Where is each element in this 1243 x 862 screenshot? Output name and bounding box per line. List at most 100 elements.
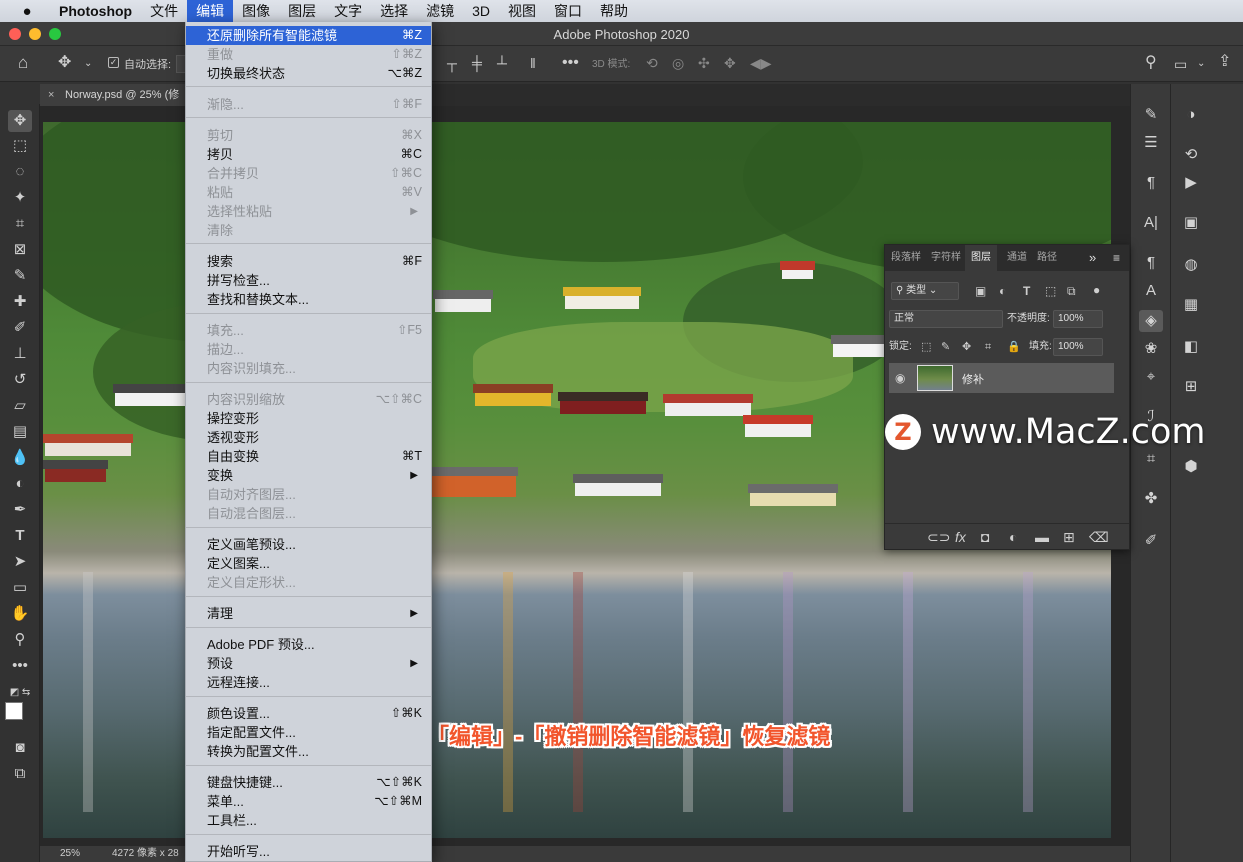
fx-icon[interactable]: fx	[955, 530, 966, 544]
auto-select-checkbox[interactable]: ✓	[108, 57, 119, 68]
more-options-icon[interactable]: •••	[562, 55, 579, 71]
edit-menu-item[interactable]: 拼写检查...	[186, 271, 431, 290]
blur-tool-icon[interactable]: 💧	[8, 447, 32, 469]
paragraph-icon[interactable]: ¶	[1139, 172, 1163, 194]
menu-select[interactable]: 选择	[371, 0, 417, 22]
filter-pixel-icon[interactable]: ▣	[975, 284, 986, 298]
home-icon[interactable]: ⌂	[18, 54, 28, 71]
edit-menu-item[interactable]: 清理 ▶	[186, 604, 431, 623]
edit-menu-item[interactable]: 变换 ▶	[186, 466, 431, 485]
channels-icon[interactable]: ❀	[1139, 338, 1163, 360]
edit-menu-item[interactable]: 预设 ▶	[186, 654, 431, 673]
mask-icon[interactable]: ◘	[981, 530, 989, 544]
new-layer-icon[interactable]: ⊞	[1063, 530, 1075, 544]
screen-mode-icon[interactable]: ⧉	[8, 763, 32, 785]
tab-paragraph-styles[interactable]: 段落样	[891, 245, 921, 271]
lock-transparent-icon[interactable]: ⬚	[921, 340, 931, 354]
menu-3d[interactable]: 3D	[463, 0, 499, 22]
marquee-tool-icon[interactable]: ⬚	[8, 135, 32, 157]
edit-menu-item[interactable]: 切换最终状态 ⌥⌘Z	[186, 64, 431, 83]
align-bottom-icon[interactable]: ┴	[497, 56, 507, 70]
brush-tool-icon[interactable]: ✐	[8, 317, 32, 339]
lasso-tool-icon[interactable]: ◌	[8, 161, 32, 183]
pen-tool-icon[interactable]: ✒	[8, 499, 32, 521]
brush-settings-icon[interactable]: ✎	[1139, 104, 1163, 126]
3d-scale-icon[interactable]: ◀▶	[750, 56, 772, 70]
filter-adjustment-icon[interactable]: ◐	[999, 284, 1006, 298]
document-tab[interactable]: × Norway.psd @ 25% (修	[40, 84, 188, 106]
close-tab-icon[interactable]: ×	[48, 84, 54, 106]
path-selection-tool-icon[interactable]: ➤	[8, 551, 32, 573]
plugins-icon[interactable]: ✤	[1139, 488, 1163, 510]
dodge-tool-icon[interactable]: ◐	[8, 473, 32, 495]
brush-icon[interactable]: ✐	[1139, 530, 1163, 552]
edit-menu-item[interactable]: 自由变换 ⌘T	[186, 447, 431, 466]
menu-type[interactable]: 文字	[325, 0, 371, 22]
edit-menu-item[interactable]: 菜单... ⌥⇧⌘M	[186, 792, 431, 811]
3d-icon[interactable]: ⬢	[1179, 456, 1203, 478]
edit-menu-item[interactable]: 转换为配置文件...	[186, 742, 431, 761]
3d-roll-icon[interactable]: ◎	[672, 56, 684, 70]
character-icon[interactable]: A|	[1139, 212, 1163, 234]
healing-brush-tool-icon[interactable]: ✚	[8, 291, 32, 313]
gradient-tool-icon[interactable]: ▤	[8, 421, 32, 443]
eye-visibility-icon[interactable]: ◉	[895, 371, 905, 385]
menu-image[interactable]: 图像	[233, 0, 279, 22]
folder-icon[interactable]: ▬	[1035, 530, 1049, 544]
tab-paths[interactable]: 路径	[1037, 245, 1057, 271]
patterns-icon[interactable]: ▦	[1179, 294, 1203, 316]
tab-character-styles[interactable]: 字符样	[931, 245, 961, 271]
lock-image-icon[interactable]: ✎	[941, 340, 950, 354]
history-icon[interactable]: ⟲	[1179, 144, 1203, 166]
stamp-tool-icon[interactable]: ⊥	[8, 343, 32, 365]
filter-smart-object-icon[interactable]: ⧉	[1067, 284, 1076, 298]
character-styles-icon[interactable]: A	[1139, 280, 1163, 302]
zoom-level[interactable]: 25%	[60, 846, 80, 862]
collapse-panel-icon[interactable]: »	[1089, 245, 1096, 271]
libraries-icon[interactable]: ▣	[1179, 212, 1203, 234]
edit-menu-item[interactable]: 开始听写...	[186, 842, 431, 861]
edit-menu-item[interactable]: 指定配置文件...	[186, 723, 431, 742]
menu-edit[interactable]: 编辑	[187, 0, 234, 22]
edit-menu-item[interactable]: 搜索 ⌘F	[186, 252, 431, 271]
edit-menu-item[interactable]: 查找和替换文本...	[186, 290, 431, 309]
align-top-icon[interactable]: ┬	[447, 56, 457, 70]
3d-slide-icon[interactable]: ✥	[724, 56, 736, 70]
menu-file[interactable]: 文件	[141, 0, 187, 22]
foreground-color-swatch[interactable]	[5, 702, 23, 720]
workspace-icon[interactable]: ▭	[1174, 57, 1187, 71]
rectangle-tool-icon[interactable]: ▭	[8, 577, 32, 599]
apple-logo-icon[interactable]: ●	[18, 3, 36, 20]
distribute-icon[interactable]: ‖	[530, 56, 536, 70]
actions-play-icon[interactable]: ▶	[1179, 172, 1203, 194]
adjustment-icon[interactable]: ◐	[1009, 530, 1017, 544]
crop-tool-icon[interactable]: ⌗	[8, 213, 32, 235]
menu-window[interactable]: 窗口	[545, 0, 591, 22]
paragraph-styles-icon[interactable]: ¶	[1139, 252, 1163, 274]
eraser-tool-icon[interactable]: ▱	[8, 395, 32, 417]
panel-menu-icon[interactable]: ≡	[1113, 245, 1120, 271]
color-icon[interactable]: ◑	[1179, 104, 1203, 126]
move-tool-icon[interactable]: ✥	[58, 55, 71, 71]
blend-mode-dropdown[interactable]: 正常	[889, 310, 1003, 328]
search-icon[interactable]: ⚲	[1145, 55, 1157, 71]
more-tools-icon[interactable]: •••	[8, 655, 32, 677]
edit-menu-item[interactable]: 还原删除所有智能滤镜 ⌘Z	[186, 26, 431, 45]
chevron-down-icon[interactable]: ⌄	[1197, 57, 1205, 71]
edit-menu-item[interactable]: 键盘快捷键... ⌥⇧⌘K	[186, 773, 431, 792]
lock-all-icon[interactable]: 🔒	[1007, 340, 1021, 354]
3d-pan-icon[interactable]: ✣	[698, 56, 710, 70]
layers-icon[interactable]: ◈	[1139, 310, 1163, 332]
document-info[interactable]: 4272 像素 x 28	[112, 846, 179, 862]
menu-layer[interactable]: 图层	[279, 0, 325, 22]
eyedropper-tool-icon[interactable]: ✎	[8, 265, 32, 287]
type-tool-icon[interactable]: T	[8, 525, 32, 547]
opacity-input[interactable]: 100%	[1053, 310, 1103, 328]
menu-help[interactable]: 帮助	[591, 0, 637, 22]
tab-channels[interactable]: 通道	[1007, 245, 1027, 271]
adjustments-sliders-icon[interactable]: ☰	[1139, 132, 1163, 154]
layer-filter-dropdown[interactable]: ⚲ 类型 ⌄	[891, 282, 959, 300]
frame-tool-icon[interactable]: ⊠	[8, 239, 32, 261]
menu-view[interactable]: 视图	[499, 0, 545, 22]
lock-position-icon[interactable]: ✥	[962, 340, 971, 354]
